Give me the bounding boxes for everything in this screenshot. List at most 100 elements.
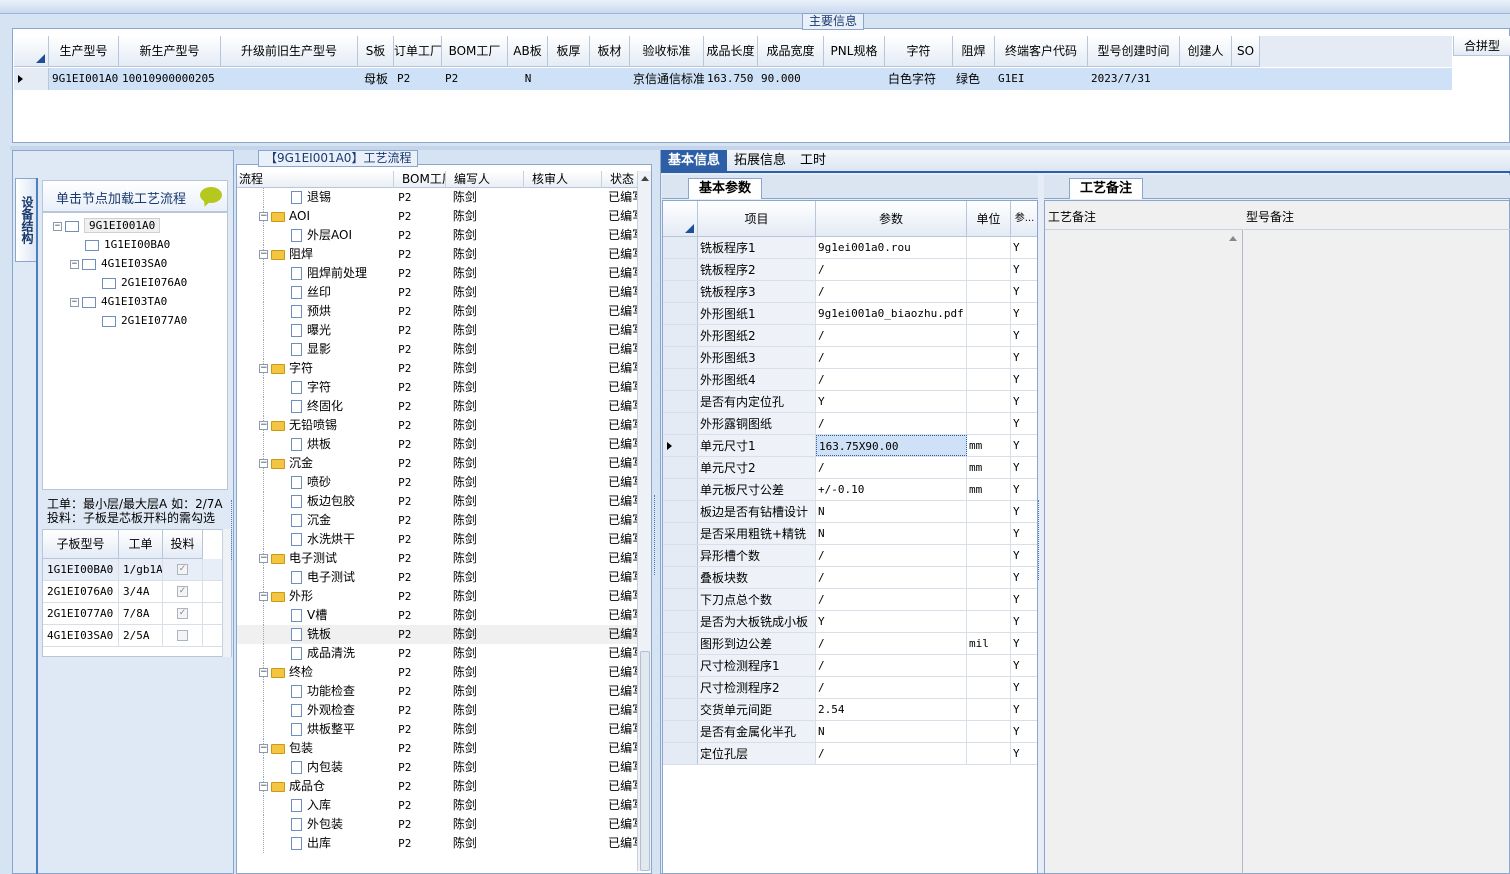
process-row[interactable]: − 外形 P2 陈剑 已编写	[237, 587, 637, 606]
param-row[interactable]: 铣板程序2/ Y	[663, 259, 1037, 281]
param-row[interactable]: 外形露铜图纸 / Y	[663, 413, 1037, 435]
sub-board-col-2[interactable]: 投料	[163, 530, 203, 559]
param-row-selector[interactable]	[663, 655, 698, 676]
param-row-selector[interactable]	[663, 413, 698, 434]
process-col-1[interactable]: BOM工厂	[394, 171, 446, 188]
main-info-col-16[interactable]: 型号创建时间	[1088, 36, 1180, 67]
process-row[interactable]: 退锡 P2 陈剑 已编写	[237, 188, 637, 207]
main-info-cell-0[interactable]: 9G1EI001A0	[49, 68, 119, 90]
param-row-selector[interactable]	[663, 347, 698, 368]
tree-node[interactable]: 2G1EI077A0	[87, 312, 187, 330]
process-row[interactable]: 显影 P2 陈剑 已编写	[237, 340, 637, 359]
param-row-selector[interactable]	[663, 435, 698, 456]
process-col-4[interactable]: 状态	[602, 171, 639, 188]
process-row[interactable]: 外观检查 P2 陈剑 已编写	[237, 701, 637, 720]
param-row-selector[interactable]	[663, 303, 698, 324]
process-row[interactable]: − 沉金 P2 陈剑 已编写	[237, 454, 637, 473]
main-info-col-4[interactable]: 订单工厂	[394, 36, 442, 67]
tree-node[interactable]: − 9G1EI001A0	[53, 217, 161, 235]
process-row[interactable]: V槽 P2 陈剑 已编写	[237, 606, 637, 625]
param-row[interactable]: 单元板尺寸公差 +/-0.10 mm Y	[663, 479, 1037, 501]
collapse-icon[interactable]: −	[259, 250, 268, 259]
process-row[interactable]: 喷砂 P2 陈剑 已编写	[237, 473, 637, 492]
param-row[interactable]: 图形到边公差 / mil Y	[663, 633, 1037, 655]
param-row-selector[interactable]	[663, 721, 698, 742]
main-info-col-1[interactable]: 新生产型号	[119, 36, 221, 67]
param-row[interactable]: 是否采用粗铣+精铣 N Y	[663, 523, 1037, 545]
param-row[interactable]: 单元尺寸1 163.75X90.00 mm Y	[663, 435, 1037, 457]
param-row-selector[interactable]	[663, 743, 698, 764]
collapse-icon[interactable]: −	[259, 459, 268, 468]
collapse-icon[interactable]: −	[70, 259, 79, 269]
process-row[interactable]: 板边包胶 P2 陈剑 已编写	[237, 492, 637, 511]
structure-tree[interactable]: − 9G1EI001A0 1G1EI00BA0 − 4G1EI03SA0 2G1EI076…	[42, 212, 228, 490]
main-info-cell-3[interactable]: 母板	[358, 68, 394, 90]
param-value[interactable]: Y	[816, 391, 967, 412]
process-row[interactable]: 功能检查 P2 陈剑 已编写	[237, 682, 637, 701]
param-row-selector[interactable]	[663, 391, 698, 412]
middle-splitter[interactable]	[654, 495, 659, 575]
param-row[interactable]: 下刀点总个数 / Y	[663, 589, 1037, 611]
left-splitter[interactable]	[231, 500, 235, 560]
param-value[interactable]: N	[816, 523, 967, 544]
param-row[interactable]: 是否为大板铣成小板 Y Y	[663, 611, 1037, 633]
param-row-selector[interactable]	[663, 611, 698, 632]
param-value[interactable]: /	[816, 347, 967, 368]
process-row[interactable]: 终固化 P2 陈剑 已编写	[237, 397, 637, 416]
param-row[interactable]: 外形图纸1 9g1ei001a0_biaozhu.pdf Y	[663, 303, 1037, 325]
param-row[interactable]: 叠板块数 / Y	[663, 567, 1037, 589]
process-col-2[interactable]: 编写人	[446, 171, 524, 188]
main-info-cell-10[interactable]: 163.750	[704, 68, 758, 90]
main-info-col-18[interactable]: SO	[1232, 36, 1260, 67]
param-row-selector[interactable]	[663, 479, 698, 500]
main-info-cell-13[interactable]: 白色字符	[885, 68, 953, 90]
collapse-icon[interactable]: −	[259, 421, 268, 430]
param-value[interactable]: /	[816, 677, 967, 698]
tab-basic-info[interactable]: 基本信息	[661, 150, 728, 172]
process-row[interactable]: 水洗烘干 P2 陈剑 已编写	[237, 530, 637, 549]
main-info-cell-5[interactable]: P2	[442, 68, 508, 90]
main-info-cell-6[interactable]: N	[508, 68, 548, 90]
process-row[interactable]: 预烘 P2 陈剑 已编写	[237, 302, 637, 321]
main-info-col-13[interactable]: 字符	[885, 36, 953, 67]
tree-node[interactable]: 1G1EI00BA0	[70, 236, 170, 254]
main-info-cell-2[interactable]	[221, 68, 358, 90]
main-info-col-3[interactable]: S板	[358, 36, 394, 67]
param-row[interactable]: 尺寸检测程序1/ Y	[663, 655, 1037, 677]
param-row-selector[interactable]	[663, 259, 698, 280]
tree-node[interactable]: − 4G1EI03SA0	[70, 255, 167, 273]
feed-checkbox[interactable]: ✓	[177, 564, 188, 575]
params-col-flag[interactable]: 参...	[1011, 201, 1037, 237]
main-info-col-7[interactable]: 板厚	[548, 36, 590, 67]
process-row[interactable]: 电子测试 P2 陈剑 已编写	[237, 568, 637, 587]
main-info-cell-18[interactable]	[1232, 68, 1260, 90]
main-info-col-15[interactable]: 终端客户代码	[995, 36, 1088, 67]
param-row[interactable]: 铣板程序1 9g1ei001a0.rou Y	[663, 237, 1037, 259]
param-value[interactable]: 9g1ei001a0_biaozhu.pdf	[816, 303, 967, 324]
main-info-col-17[interactable]: 创建人	[1180, 36, 1232, 67]
param-value[interactable]: N	[816, 721, 967, 742]
params-col-value[interactable]: 参数	[816, 201, 967, 237]
tree-node[interactable]: − 4G1EI03TA0	[70, 293, 167, 311]
main-info-col-10[interactable]: 成品长度	[704, 36, 758, 67]
tab-work-hours[interactable]: 工时	[793, 150, 833, 172]
collapse-icon[interactable]: −	[259, 668, 268, 677]
process-row[interactable]: 出库 P2 陈剑 已编写	[237, 834, 637, 853]
main-info-col-11[interactable]: 成品宽度	[758, 36, 824, 67]
params-col-item[interactable]: 项目	[698, 201, 816, 237]
param-row-selector[interactable]	[663, 237, 698, 258]
param-row-selector[interactable]	[663, 633, 698, 654]
main-info-cell-14[interactable]: 绿色	[953, 68, 995, 90]
tab-process-notes[interactable]: 工艺备注	[1069, 178, 1144, 199]
sub-board-col-0[interactable]: 子板型号	[43, 530, 119, 559]
process-row[interactable]: 烘板整平 P2 陈剑 已编写	[237, 720, 637, 739]
process-row[interactable]: 曝光 P2 陈剑 已编写	[237, 321, 637, 340]
process-row[interactable]: 外层AOI P2 陈剑 已编写	[237, 226, 637, 245]
param-row[interactable]: 板边是否有钻槽设计 N Y	[663, 501, 1037, 523]
param-value[interactable]: /	[816, 325, 967, 346]
scroll-up-arrow-icon[interactable]	[640, 176, 649, 181]
param-row[interactable]: 外形图纸4/ Y	[663, 369, 1037, 391]
main-info-cell-1[interactable]: 10010900000205	[119, 68, 221, 90]
scroll-thumb[interactable]	[640, 651, 650, 871]
sub-board-row[interactable]: 2G1EI076A0 3/4A ✓	[43, 581, 231, 603]
